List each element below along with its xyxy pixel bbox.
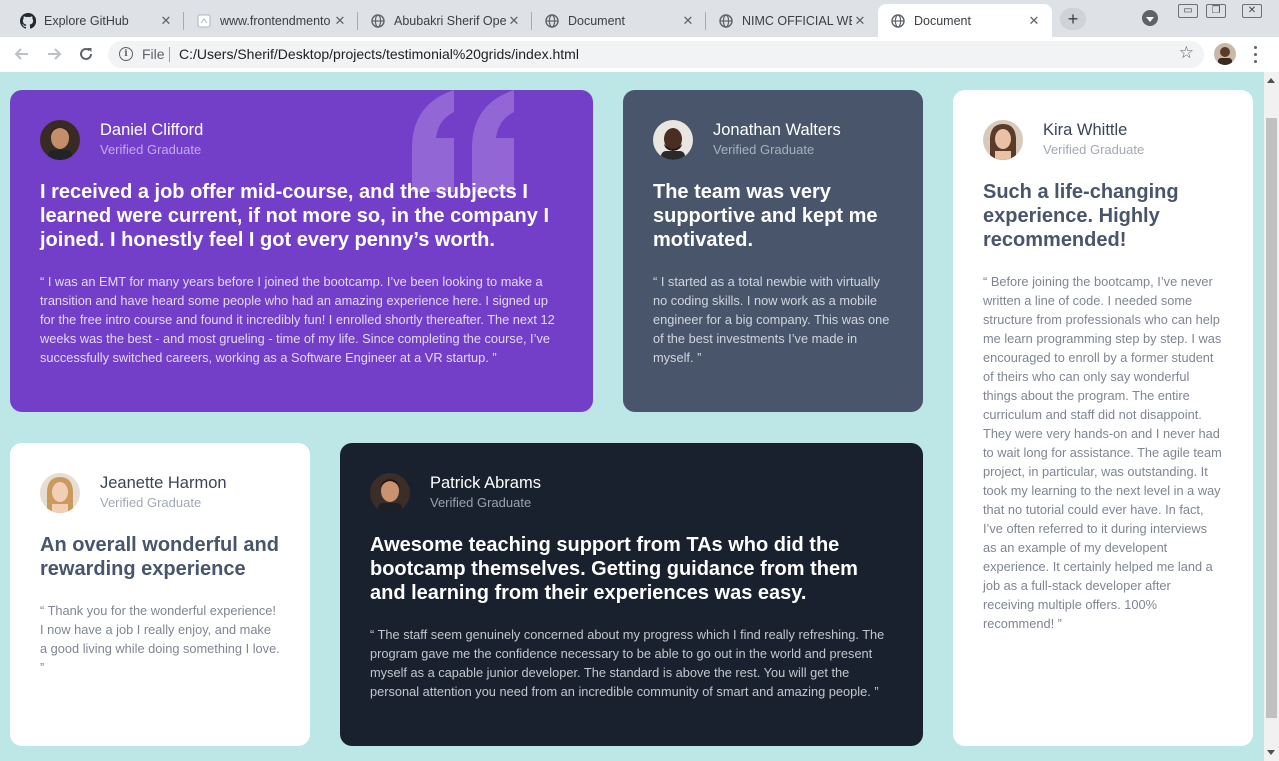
close-icon[interactable]: ✕	[332, 13, 348, 29]
author-name: Kira Whittle	[1043, 121, 1128, 139]
testimonial-body: “ The staff seem genuinely concerned abo…	[370, 627, 885, 699]
tab-title: Abubakri Sherif Ope	[394, 13, 506, 28]
globe-icon	[544, 13, 560, 29]
author-role: Verified Graduate	[100, 495, 202, 510]
avatar	[370, 473, 410, 513]
testimonial-headline: I received a job offer mid-course, and t…	[40, 181, 550, 251]
menu-kebab-icon[interactable]	[1254, 46, 1258, 63]
tab-title: Explore GitHub	[44, 13, 129, 28]
info-icon[interactable]: i	[119, 47, 133, 61]
testimonial-card-jeanette: Jeanette Harmon Verified Graduate An ove…	[10, 443, 310, 746]
close-window-icon[interactable]: ✕	[1242, 4, 1262, 18]
scroll-down-icon[interactable]	[1267, 750, 1275, 755]
author-role: Verified Graduate	[100, 142, 202, 157]
reload-icon[interactable]	[76, 44, 96, 64]
author-role: Verified Graduate	[1043, 142, 1145, 157]
tab-document-active[interactable]: Document ✕	[878, 4, 1052, 37]
tab-nimc[interactable]: NIMC OFFICIAL WEB ✕	[706, 4, 878, 37]
vertical-scrollbar[interactable]	[1264, 72, 1279, 761]
tab-abubakri[interactable]: Abubakri Sherif Ope ✕	[358, 4, 532, 37]
testimonial-card-jonathan: Jonathan Walters Verified Graduate The t…	[623, 90, 923, 412]
card-header: Jonathan Walters Verified Graduate	[653, 120, 893, 160]
new-tab-button[interactable]: +	[1060, 8, 1086, 30]
testimonial-card-kira: Kira Whittle Verified Graduate Such a li…	[953, 90, 1253, 746]
testimonial-body: “ Thank you for the wonderful experience…	[40, 603, 280, 675]
globe-icon	[718, 13, 734, 29]
globe-icon	[370, 13, 386, 29]
card-header: Jeanette Harmon Verified Graduate	[40, 473, 280, 513]
address-bar[interactable]: i File C:/Users/Sherif/Desktop/projects/…	[108, 41, 1204, 68]
profile-avatar[interactable]	[1214, 43, 1236, 65]
author-name: Daniel Clifford	[100, 121, 204, 139]
testimonial-headline: An overall wonderful and rewarding exper…	[40, 534, 279, 580]
author-name: Patrick Abrams	[430, 474, 541, 492]
tab-title: Document	[568, 13, 625, 28]
author-info: Patrick Abrams Verified Graduate	[430, 473, 541, 513]
page-icon	[196, 13, 212, 29]
browser-toolbar: i File C:/Users/Sherif/Desktop/projects/…	[0, 37, 1279, 72]
author-role: Verified Graduate	[713, 142, 815, 157]
testimonial-card-daniel: Daniel Clifford Verified Graduate I rece…	[10, 90, 593, 412]
close-icon[interactable]: ✕	[1026, 13, 1042, 29]
url-text[interactable]: C:/Users/Sherif/Desktop/projects/testimo…	[179, 46, 579, 62]
author-info: Daniel Clifford Verified Graduate	[100, 120, 203, 160]
testimonial-card-patrick: Patrick Abrams Verified Graduate Awesome…	[340, 443, 923, 746]
minimize-icon[interactable]: ▭	[1178, 4, 1198, 18]
tab-title: NIMC OFFICIAL WEB	[742, 13, 852, 28]
tab-frontendmentor[interactable]: www.frontendmento ✕	[184, 4, 358, 37]
tab-search-icon[interactable]	[1142, 10, 1158, 26]
bookmark-star-icon[interactable]: ☆	[1179, 44, 1194, 61]
testimonial-headline: The team was very supportive and kept me…	[653, 181, 878, 251]
author-info: Jeanette Harmon Verified Graduate	[100, 473, 227, 513]
tab-title: www.frontendmento	[220, 13, 331, 28]
avatar	[983, 120, 1023, 160]
close-icon[interactable]: ✕	[158, 13, 174, 29]
avatar	[40, 473, 80, 513]
tab-title: Document	[914, 13, 971, 28]
avatar	[40, 120, 80, 160]
testimonial-body: “ I was an EMT for many years before I j…	[40, 274, 555, 365]
card-header: Kira Whittle Verified Graduate	[983, 120, 1223, 160]
back-icon[interactable]	[12, 44, 32, 64]
testimonial-headline: Awesome teaching support from TAs who di…	[370, 534, 858, 604]
tab-document-1[interactable]: Document ✕	[532, 4, 706, 37]
card-header: Daniel Clifford Verified Graduate	[40, 120, 563, 160]
close-icon[interactable]: ✕	[506, 13, 522, 29]
github-icon	[20, 12, 36, 29]
close-icon[interactable]: ✕	[680, 13, 696, 29]
author-info: Jonathan Walters Verified Graduate	[713, 120, 841, 160]
card-header: Patrick Abrams Verified Graduate	[370, 473, 893, 513]
author-role: Verified Graduate	[430, 495, 532, 510]
tab-explore-github[interactable]: Explore GitHub ✕	[8, 4, 184, 37]
globe-icon	[890, 13, 906, 29]
forward-icon[interactable]	[44, 44, 64, 64]
author-name: Jonathan Walters	[713, 121, 841, 139]
scrollbar-thumb[interactable]	[1266, 118, 1277, 718]
scroll-up-icon[interactable]	[1267, 78, 1275, 83]
divider	[169, 47, 170, 62]
close-icon[interactable]: ✕	[852, 13, 868, 29]
page-viewport: Daniel Clifford Verified Graduate I rece…	[0, 72, 1264, 761]
testimonial-body: “ I started as a total newbie with virtu…	[653, 274, 890, 365]
tab-strip: Explore GitHub ✕ www.frontendmento ✕ Abu…	[0, 0, 1279, 37]
avatar	[653, 120, 693, 160]
author-name: Jeanette Harmon	[100, 474, 227, 492]
author-info: Kira Whittle Verified Graduate	[1043, 120, 1144, 160]
testimonial-body: “ Before joining the bootcamp, I’ve neve…	[983, 274, 1222, 631]
testimonial-headline: Such a life-changing experience. Highly …	[983, 181, 1179, 251]
restore-icon[interactable]: ❐	[1206, 4, 1226, 18]
scheme-label: File	[142, 46, 165, 62]
